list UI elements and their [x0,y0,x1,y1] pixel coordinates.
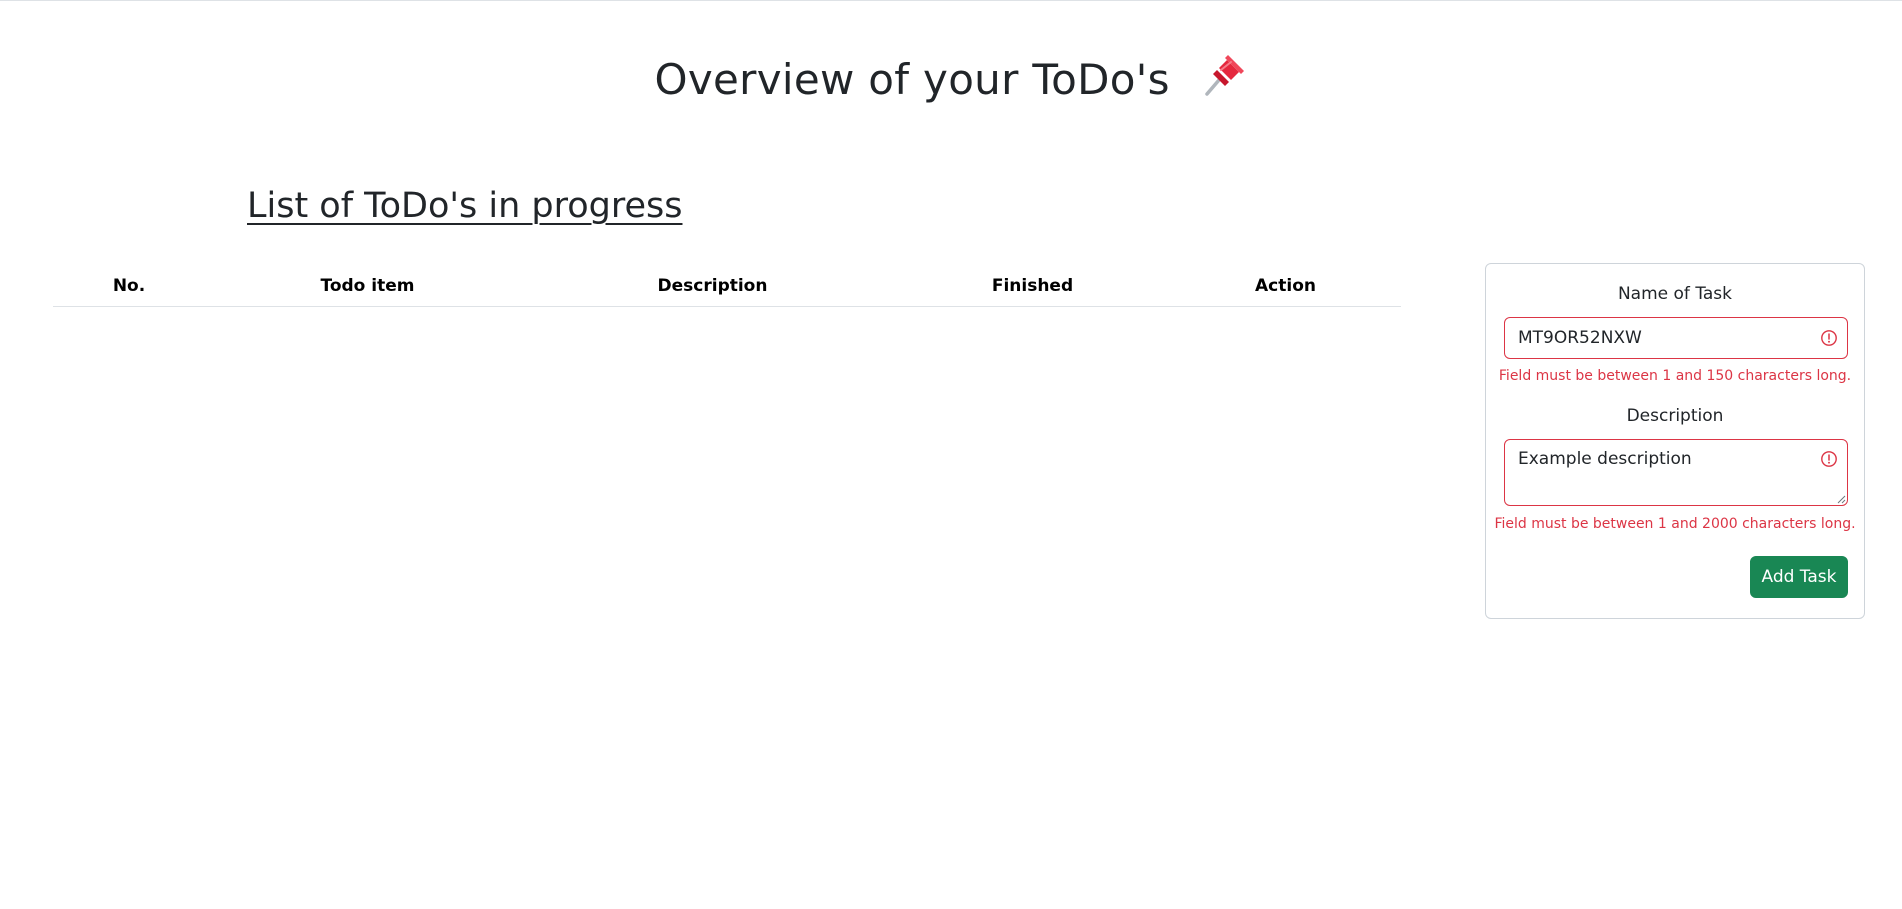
page-title: Overview of your ToDo's [0,52,1902,104]
task-name-input[interactable] [1504,317,1848,359]
add-task-form: Name of Task Field must be between 1 and… [1485,263,1865,619]
table-header-row: No. Todo item Description Finished Actio… [53,268,1401,307]
description-error: Field must be between 1 and 2000 charact… [1494,516,1856,532]
column-header-no: No. [53,268,205,307]
add-task-button[interactable]: Add Task [1750,556,1848,598]
description-label: Description [1626,406,1724,426]
todo-table: No. Todo item Description Finished Actio… [53,268,1401,307]
column-header-action: Action [1170,268,1401,307]
page-title-text: Overview of your ToDo's [654,55,1170,104]
column-header-todo-item: Todo item [205,268,530,307]
description-textarea[interactable]: Example description [1504,439,1848,506]
task-name-error: Field must be between 1 and 150 characte… [1498,368,1852,384]
column-header-description: Description [530,268,895,307]
exclamation-circle-icon [1821,330,1837,346]
top-divider [0,0,1902,1]
section-title: List of ToDo's in progress [247,186,683,226]
column-header-finished: Finished [895,268,1170,307]
task-name-label: Name of Task [1617,284,1733,304]
exclamation-circle-icon [1821,451,1837,467]
pushpin-icon [1205,55,1245,96]
resize-handle-icon[interactable] [1836,494,1846,504]
